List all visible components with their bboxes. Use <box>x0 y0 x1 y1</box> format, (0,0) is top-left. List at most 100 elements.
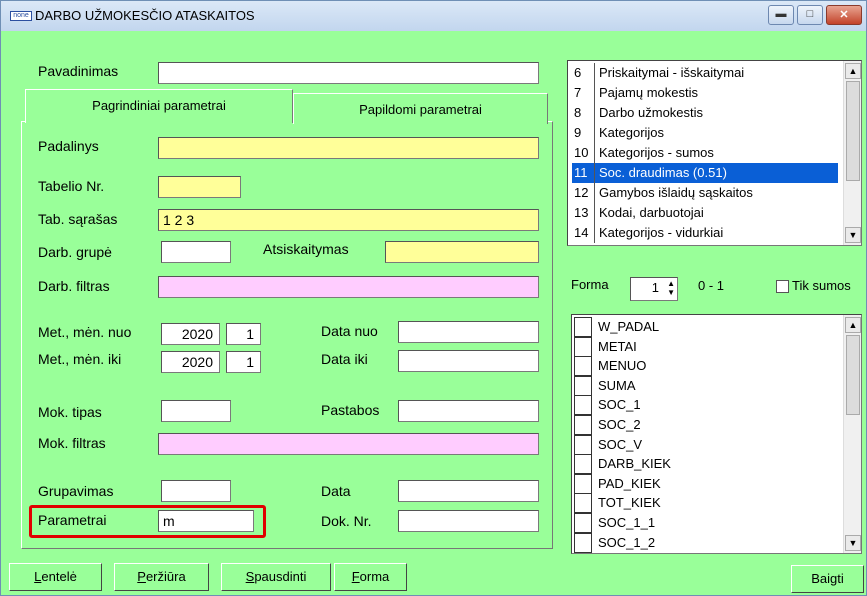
report-number: 13 <box>574 205 589 220</box>
report-list[interactable]: 6 Priskaitymai - išskaitymai 7 Pajamų mokes… <box>567 60 862 246</box>
column-checkbox[interactable] <box>574 473 592 494</box>
dok-nr-field[interactable] <box>398 510 539 532</box>
column-checkbox[interactable] <box>574 532 592 553</box>
column-name: W_PADAL <box>598 319 660 334</box>
mok-tipas-field[interactable] <box>161 400 231 422</box>
tab-pagrindiniai[interactable]: Pagrindiniai parametrai <box>25 89 293 123</box>
app-icon: none <box>10 11 32 21</box>
column-checkbox[interactable] <box>574 356 592 377</box>
forma-spinner[interactable]: 1 ▲ ▼ <box>630 277 678 301</box>
column-checkbox[interactable] <box>574 336 592 357</box>
report-separator <box>594 103 595 123</box>
column-checkbox[interactable] <box>574 493 592 514</box>
column-name: SOC_1_1 <box>598 515 656 530</box>
darb-filtras-field[interactable] <box>158 276 539 298</box>
column-list-scrollbar[interactable]: ▲ ▼ <box>843 315 861 553</box>
column-name: TOT_KIEK <box>598 495 661 511</box>
report-item[interactable]: 14 Kategorijos - vidurkiai <box>572 223 838 243</box>
scroll-down-icon[interactable]: ▼ <box>845 227 861 243</box>
scroll-up-icon[interactable]: ▲ <box>845 63 861 79</box>
lentele-button[interactable]: Lentelė <box>9 563 102 591</box>
column-name: METAI <box>598 338 637 354</box>
report-name: Kategorijos - sumos <box>599 145 714 160</box>
spinner-arrows-icon[interactable]: ▲ ▼ <box>667 279 675 297</box>
report-item[interactable]: 9 Kategorijos <box>572 123 838 143</box>
tik-sumos-label: Tik sumos <box>792 278 851 293</box>
pavadinimas-field[interactable] <box>158 62 539 84</box>
pavadinimas-label: Pavadinimas <box>38 63 119 79</box>
forma-range: 0 - 1 <box>698 278 725 293</box>
data-nuo-field[interactable] <box>398 321 539 343</box>
mok-filtras-field[interactable] <box>158 433 539 455</box>
met-men-nuo-label: Met., mėn. nuo <box>38 324 132 340</box>
menuo-nuo-field[interactable]: 1 <box>226 323 261 345</box>
column-checkbox[interactable] <box>574 375 592 396</box>
report-separator <box>594 83 595 103</box>
col-scroll-thumb[interactable] <box>846 335 860 415</box>
data-iki-label: Data iki <box>321 351 368 367</box>
column-checkbox[interactable] <box>574 434 592 455</box>
report-item[interactable]: 13 Kodai, darbuotojai <box>572 203 838 223</box>
minimize-button[interactable]: ▬ <box>768 5 794 25</box>
perziura-button[interactable]: Peržiūra <box>114 563 209 591</box>
column-list[interactable]: W_PADAL METAI MENUO SUMA SOC_1 SOC_2 SOC_V DARB… <box>571 314 862 554</box>
column-name: MENUO <box>598 358 647 374</box>
grupavimas-field[interactable] <box>161 480 231 502</box>
pastabos-label: Pastabos <box>321 402 380 418</box>
report-name: Soc. draudimas (0.51) <box>599 165 727 180</box>
maximize-button[interactable]: □ <box>797 5 823 25</box>
darb-filtras-label: Darb. filtras <box>38 278 110 294</box>
darb-grupe-field[interactable] <box>161 241 231 263</box>
report-separator <box>594 183 595 203</box>
forma-button[interactable]: Forma <box>334 563 407 591</box>
metai-nuo-field[interactable]: 2020 <box>161 323 220 345</box>
parametrai-highlight <box>29 505 266 538</box>
tik-sumos-checkbox[interactable] <box>776 280 789 293</box>
met-men-iki-label: Met., mėn. iki <box>38 351 122 367</box>
atsiskaitymas-field[interactable] <box>385 241 539 263</box>
tab-papildomi[interactable]: Papildomi parametrai <box>293 93 548 124</box>
close-button[interactable]: ✕ <box>826 5 862 25</box>
column-checkbox[interactable] <box>574 395 592 416</box>
report-item[interactable]: 11 Soc. draudimas (0.51) <box>572 163 838 183</box>
column-checkbox[interactable] <box>574 317 592 337</box>
scroll-thumb[interactable] <box>846 81 860 181</box>
report-item[interactable]: 10 Kategorijos - sumos <box>572 143 838 163</box>
report-number: 12 <box>574 185 589 200</box>
col-scroll-down-icon[interactable]: ▼ <box>845 535 861 551</box>
report-item[interactable]: 7 Pajamų mokestis <box>572 83 838 103</box>
report-number: 6 <box>574 65 582 80</box>
window-title: DARBO UŽMOKESČIO ATASKAITOS <box>35 8 255 23</box>
report-number: 14 <box>574 225 589 240</box>
report-separator <box>594 143 595 163</box>
col-scroll-up-icon[interactable]: ▲ <box>845 317 861 333</box>
report-name: Darbo užmokestis <box>599 105 704 120</box>
tabelio-field[interactable] <box>158 176 241 198</box>
column-checkbox[interactable] <box>574 454 592 475</box>
tab-sarasas-field[interactable]: 1 2 3 <box>158 209 539 231</box>
baigti-button[interactable]: Baigti <box>791 565 864 593</box>
column-name: SUMA <box>598 377 636 393</box>
report-name: Gamybos išlaidų sąskaitos <box>599 185 753 200</box>
report-separator <box>594 163 595 183</box>
data-field[interactable] <box>398 480 539 502</box>
report-item[interactable]: 12 Gamybos išlaidų sąskaitos <box>572 183 838 203</box>
column-name: PAD_KIEK <box>598 475 661 491</box>
report-window: none DARBO UŽMOKESČIO ATASKAITOS ▬ □ ✕ P… <box>0 0 867 596</box>
darb-grupe-label: Darb. grupė <box>38 244 112 260</box>
report-item[interactable]: 6 Priskaitymai - išskaitymai <box>572 63 838 83</box>
metai-iki-field[interactable]: 2020 <box>161 351 220 373</box>
report-item[interactable]: 8 Darbo užmokestis <box>572 103 838 123</box>
padalinys-field[interactable] <box>158 137 539 159</box>
menuo-iki-field[interactable]: 1 <box>226 351 261 373</box>
column-name: SOC_1_2 <box>598 534 656 550</box>
data-iki-field[interactable] <box>398 350 539 372</box>
report-list-scrollbar[interactable]: ▲ ▼ <box>843 61 861 245</box>
pastabos-field[interactable] <box>398 400 539 422</box>
close-icon: ✕ <box>839 9 849 21</box>
spausdinti-button[interactable]: Spausdinti <box>221 563 331 591</box>
column-checkbox[interactable] <box>574 513 592 533</box>
column-checkbox[interactable] <box>574 415 592 435</box>
column-name: SOC_1 <box>598 397 641 413</box>
title-bar[interactable]: none DARBO UŽMOKESČIO ATASKAITOS ▬ □ ✕ <box>1 1 866 31</box>
